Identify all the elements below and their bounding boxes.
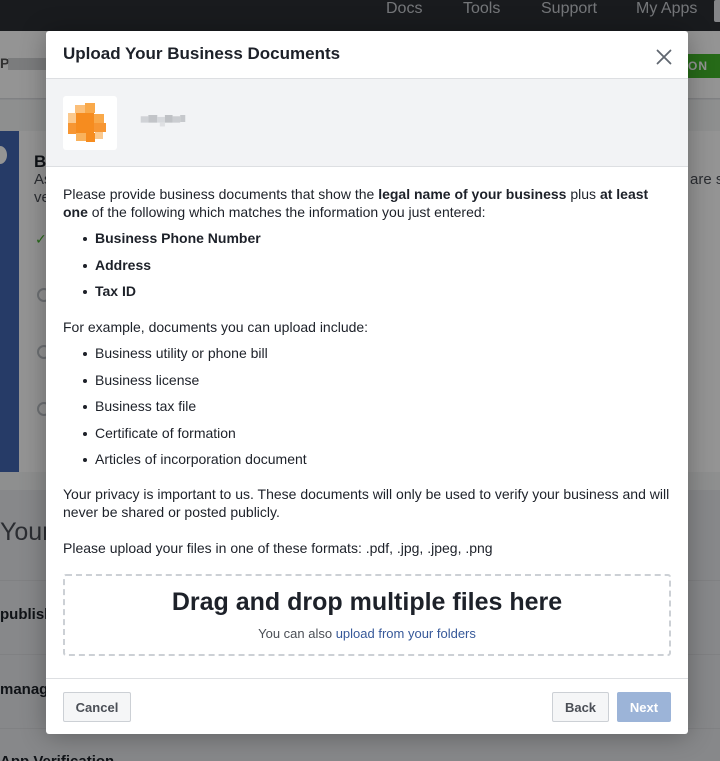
dropzone-title: Drag and drop multiple files here (171, 588, 563, 616)
privacy-notice: Your privacy is important to us. These d… (63, 486, 670, 520)
list-item: Articles of incorporation document (63, 450, 663, 477)
intro-text: of the following which matches the infor… (87, 204, 486, 220)
list-item: Business utility or phone bill (63, 344, 663, 371)
required-info-list: Business Phone Number Address Tax ID (63, 229, 663, 309)
back-button[interactable]: Back (552, 692, 609, 722)
close-button[interactable] (652, 45, 676, 69)
app-name-redacted (140, 115, 186, 127)
upload-documents-dialog: Upload Your Business Documents Please pr… (46, 31, 688, 734)
upload-from-folders-link[interactable]: upload from your folders (336, 626, 476, 641)
intro-text: plus (566, 186, 600, 202)
cancel-button[interactable]: Cancel (63, 692, 131, 722)
document-examples-list: Business utility or phone bill Business … (63, 344, 663, 477)
list-item: Business license (63, 371, 663, 398)
intro-emphasis: legal name of your business (378, 186, 567, 202)
close-icon (656, 49, 672, 65)
app-icon (68, 103, 106, 142)
list-item: Business Phone Number (63, 229, 663, 256)
file-dropzone[interactable]: Drag and drop multiple files here You ca… (63, 574, 671, 656)
next-button[interactable]: Next (617, 692, 671, 722)
dialog-header: Upload Your Business Documents (46, 31, 688, 79)
list-item: Address (63, 256, 663, 283)
dropzone-subtext: You can also upload from your folders (65, 626, 669, 641)
list-item: Certificate of formation (63, 424, 663, 451)
dialog-footer: Cancel Back Next (46, 678, 688, 734)
app-icon-tile (63, 96, 117, 150)
dropzone-prefix: You can also (258, 626, 336, 641)
examples-intro: For example, documents you can upload in… (63, 319, 369, 335)
formats-notice: Please upload your files in one of these… (63, 540, 493, 556)
dialog-title: Upload Your Business Documents (63, 44, 341, 63)
list-item: Tax ID (63, 282, 663, 309)
list-item: Business tax file (63, 397, 663, 424)
intro-text: Please provide business documents that s… (63, 186, 379, 202)
app-info-strip (46, 79, 688, 167)
intro-paragraph: Please provide business documents that s… (63, 185, 671, 221)
